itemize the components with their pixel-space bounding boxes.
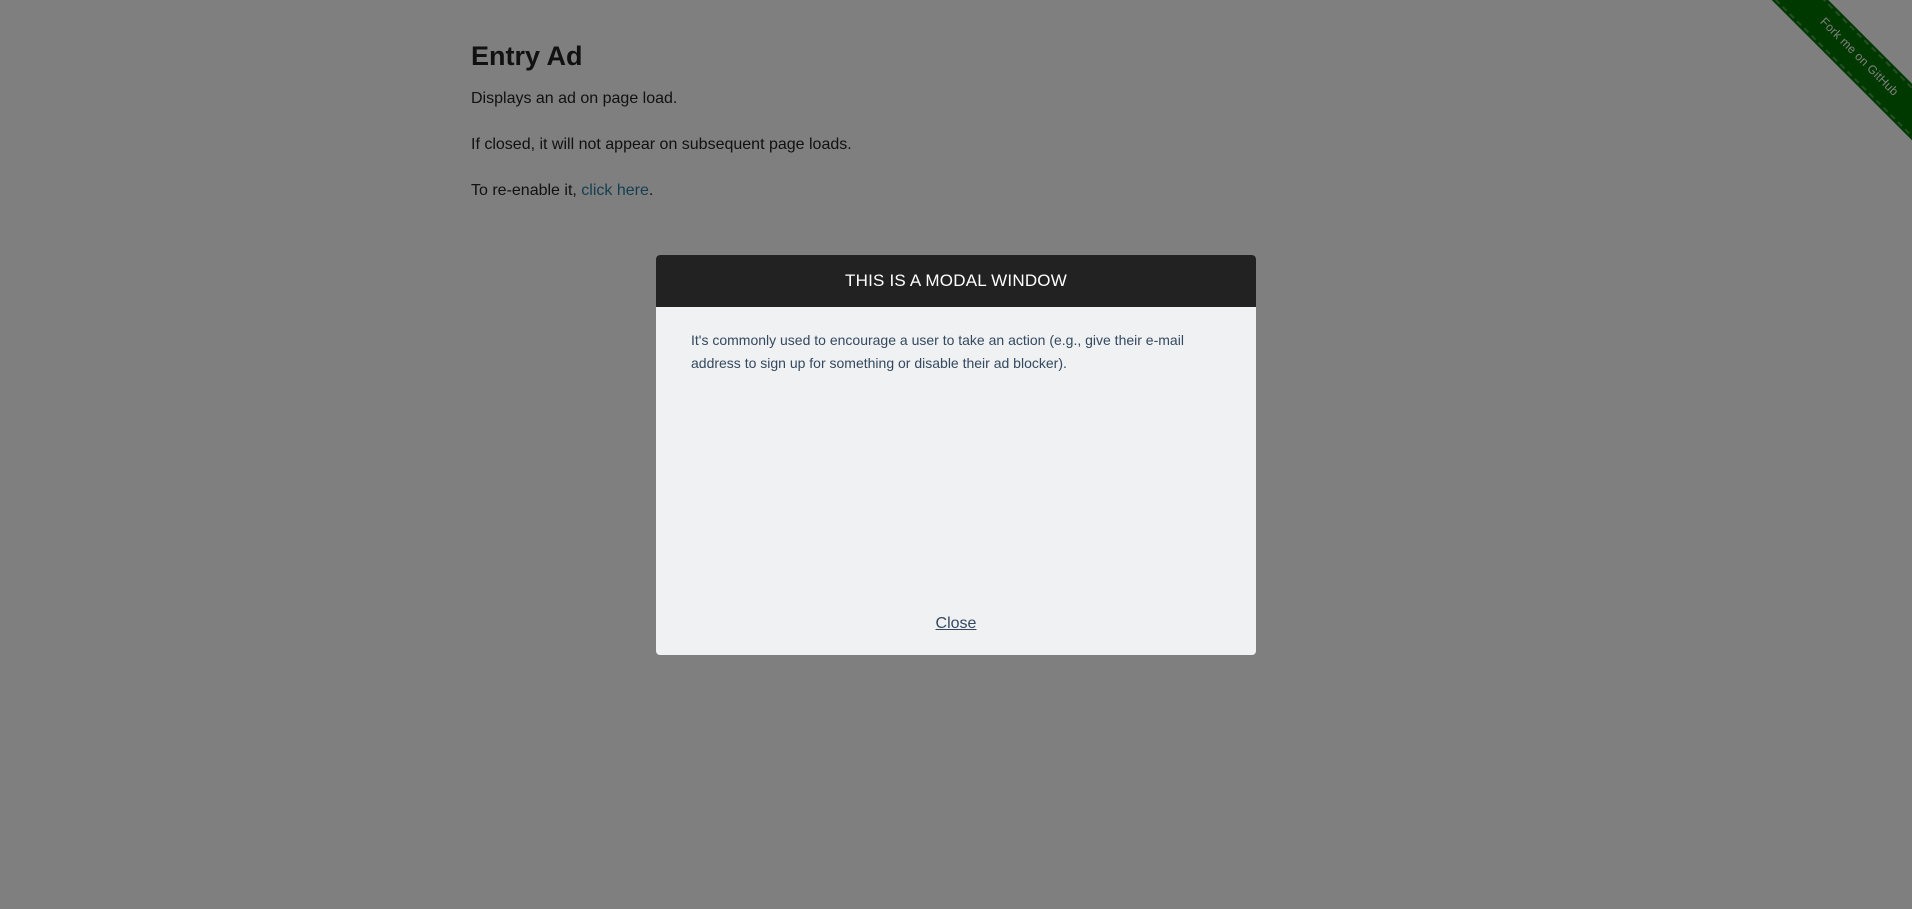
modal-body: It's commonly used to encourage a user t… [656,307,1256,579]
modal-body-text: It's commonly used to encourage a user t… [691,332,1184,371]
close-button[interactable]: Close [936,615,977,632]
modal-footer: Close [656,615,1256,633]
modal-header: THIS IS A MODAL WINDOW [656,255,1256,307]
modal-title: THIS IS A MODAL WINDOW [845,271,1067,290]
modal-window: THIS IS A MODAL WINDOW It's commonly use… [656,255,1256,655]
